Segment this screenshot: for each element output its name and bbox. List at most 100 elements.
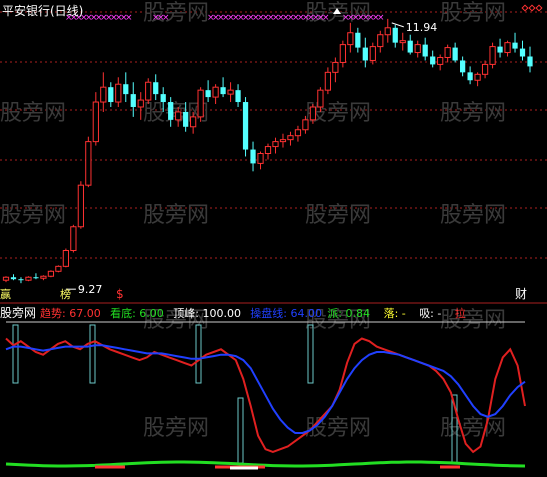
candle-body: [242, 102, 249, 150]
candle-body: [355, 32, 361, 48]
candle-body: [407, 40, 413, 53]
candle-body: [332, 61, 339, 73]
marker-text: $: [116, 287, 124, 301]
high-label: 11.94: [406, 21, 438, 34]
high-leader: [391, 22, 404, 28]
candle-body: [2, 276, 10, 281]
candle-body: [287, 135, 294, 141]
candle-body: [264, 146, 272, 155]
chart-root: 股旁网 股旁网 股旁网 股旁网 股旁网 股旁网 股旁网 股旁网 股旁网 股旁网 股旁网 股旁网 股旁网股…: [0, 0, 547, 477]
signal-box: [237, 397, 244, 464]
candle-body: [123, 84, 129, 95]
signal-diamond: [528, 4, 536, 12]
candle-body: [294, 129, 302, 137]
candle-body: [339, 44, 346, 63]
indicator-value-趋势: 趋势: 67.00: [40, 307, 101, 320]
signal-cross: ×: [377, 13, 385, 23]
signal-diamond: [521, 4, 529, 12]
candle-body: [347, 32, 354, 46]
candle-body: [250, 149, 256, 164]
watermark: 股旁网: [440, 416, 506, 441]
signal-box: [12, 324, 19, 384]
marker-text: 赢: [0, 287, 11, 301]
candle-body: [40, 275, 47, 279]
candle-body: [18, 279, 24, 281]
candle-body: [460, 60, 466, 73]
candle-body: [519, 48, 526, 57]
signal-cross: ×: [322, 13, 330, 23]
watermark: 股旁网: [305, 416, 371, 441]
candle-body: [324, 71, 332, 91]
candle-body: [10, 277, 17, 280]
candle-body: [62, 250, 70, 267]
candle-body: [257, 153, 264, 164]
candle-body: [168, 102, 174, 120]
indicator-value-落: 落: -: [384, 307, 406, 320]
candle-body: [153, 82, 159, 95]
indicator-value-吸: 吸: -: [419, 307, 441, 320]
candle-body: [25, 276, 32, 281]
candle-body: [77, 184, 84, 228]
watermark: 股旁网: [305, 203, 371, 228]
bottom-signal-line: [5, 460, 526, 468]
candle-body: [302, 119, 309, 131]
candle-body: [100, 86, 107, 103]
candle-body: [481, 63, 489, 75]
watermark: 股旁网: [143, 416, 209, 441]
candle-body: [235, 90, 241, 103]
candle-body: [205, 90, 211, 98]
candle-body: [197, 89, 204, 118]
candle-body: [384, 27, 391, 36]
candle-body: [47, 270, 55, 277]
candlestick-series: [2, 18, 533, 284]
marker-text: 榜: [60, 287, 71, 301]
candle-body: [504, 42, 511, 54]
candle-body: [160, 94, 166, 103]
candle-body: [444, 47, 451, 58]
candle-body: [130, 94, 136, 107]
signal-box: [195, 324, 202, 384]
chart-canvas: 股旁网 股旁网股旁网 股旁网 股旁网股旁网 股旁网 股旁网 股旁网股旁网 股旁网 股旁网股旁网股…: [0, 1, 547, 470]
signal-diamond: [535, 4, 543, 12]
indicator-value-顶峰: 顶峰: 100.00: [173, 307, 241, 320]
candle-body: [527, 56, 533, 67]
candle-body: [175, 111, 182, 121]
candle-body: [227, 89, 234, 95]
candle-body: [362, 47, 368, 61]
candle-body: [309, 106, 317, 121]
chart-title: 平安银行(日线): [2, 4, 84, 18]
candle-body: [108, 87, 114, 103]
watermark: 股旁网: [0, 101, 66, 126]
candle-body: [85, 141, 92, 186]
signal-box: [307, 324, 314, 384]
watermark: 股旁网: [143, 203, 209, 228]
watermarks: 股旁网 股旁网股旁网 股旁网 股旁网股旁网 股旁网 股旁网 股旁网股旁网 股旁网 股旁网股旁网股…: [0, 1, 506, 441]
candle-body: [70, 226, 77, 252]
candle-body: [437, 56, 444, 65]
candle-body: [399, 40, 406, 44]
candle-body: [183, 111, 189, 127]
candle-body: [369, 46, 376, 61]
signal-box: [89, 324, 96, 384]
signal-cross: ×: [125, 13, 133, 23]
watermark: 股旁网: [440, 1, 506, 26]
candle-body: [212, 86, 219, 98]
candle-body: [452, 47, 458, 61]
candle-body: [512, 42, 518, 49]
candle-body: [414, 44, 421, 54]
candle-body: [497, 46, 503, 53]
candle-body: [272, 141, 279, 148]
signal-cross: ×: [162, 13, 170, 23]
candle-body: [430, 56, 436, 65]
marker-text: 财: [515, 287, 527, 301]
candle-body: [55, 265, 62, 272]
indicator-value-派: 派: 0.84: [327, 307, 370, 320]
candle-body: [377, 34, 384, 48]
candle-body: [137, 99, 144, 108]
watermark: 股旁网: [0, 203, 66, 228]
candle-body: [33, 277, 39, 279]
candle-body: [489, 46, 496, 65]
candle-body: [422, 44, 428, 57]
candle-body: [392, 27, 398, 43]
candle-body: [92, 101, 99, 143]
